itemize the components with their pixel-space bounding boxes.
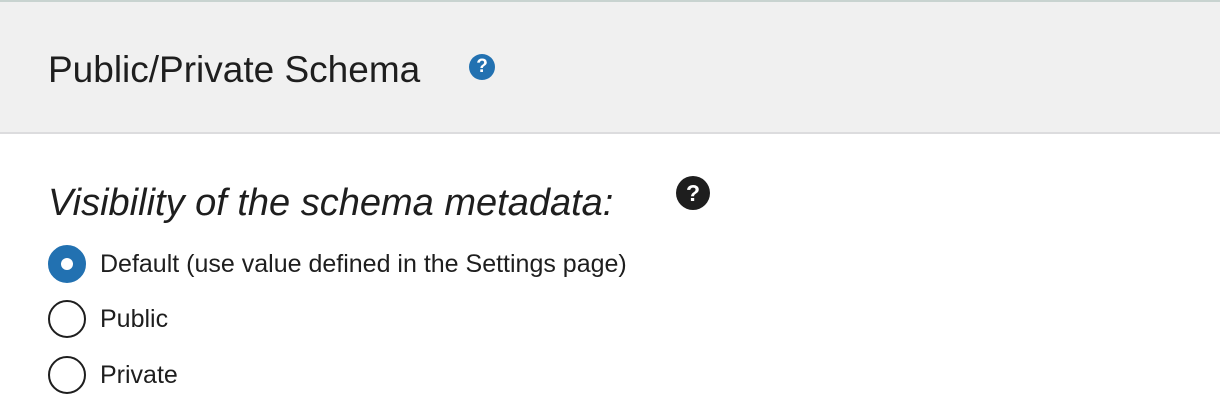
radio-button-public[interactable] bbox=[48, 300, 86, 338]
radio-option-private[interactable]: Private bbox=[48, 355, 178, 395]
radio-option-default[interactable]: Default (use value defined in the Settin… bbox=[48, 244, 627, 284]
schema-visibility-panel: Public/Private Schema ? Visibility of th… bbox=[0, 0, 1220, 416]
radio-label-private: Private bbox=[100, 361, 178, 389]
radio-button-default[interactable] bbox=[48, 245, 86, 283]
help-icon[interactable]: ? bbox=[469, 54, 495, 80]
panel-title: Public/Private Schema bbox=[48, 49, 421, 90]
radio-label-public: Public bbox=[100, 305, 169, 333]
radio-option-public[interactable]: Public bbox=[48, 299, 168, 339]
radio-button-private[interactable] bbox=[48, 356, 86, 394]
field-label: Visibility of the schema metadata: bbox=[48, 182, 614, 224]
panel-header: Public/Private Schema ? bbox=[0, 0, 1220, 134]
radio-label-default: Default (use value defined in the Settin… bbox=[100, 250, 627, 278]
field-help-icon[interactable]: ? bbox=[676, 176, 710, 210]
